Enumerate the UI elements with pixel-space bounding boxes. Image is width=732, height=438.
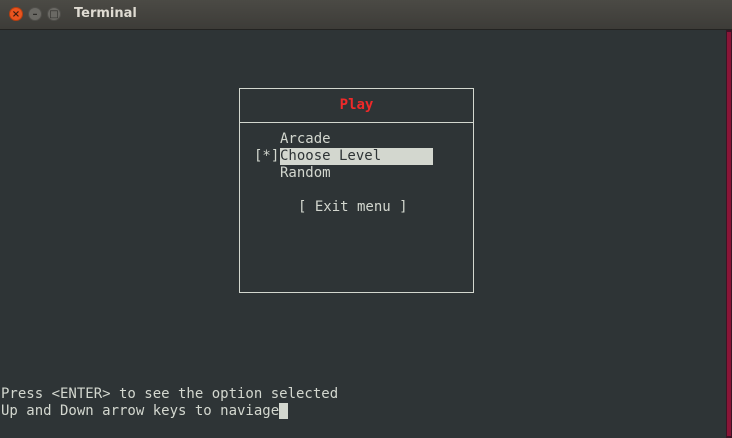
terminal-content[interactable]: Play Arcade [*] Choose Level Random [ Ex…	[0, 30, 726, 438]
text-cursor	[279, 403, 289, 419]
scrollbar-thumb[interactable]	[727, 32, 731, 436]
terminal-window: × – □ Terminal Play Arcade [*] Choose Le…	[0, 0, 732, 438]
menu-option-random[interactable]: Random	[280, 165, 331, 182]
title-bar[interactable]: × – □ Terminal	[0, 0, 732, 30]
status-line-enter-hint: Press <ENTER> to see the option selected	[1, 386, 339, 402]
play-menu-dialog: Play	[239, 88, 474, 293]
dialog-header: Play	[240, 89, 473, 123]
window-title: Terminal	[74, 6, 137, 21]
status-line-arrow-hint-text: Up and Down arrow keys to naviage	[1, 403, 280, 419]
selected-marker: [*]	[254, 148, 280, 164]
exit-menu-button[interactable]: [ Exit menu ]	[298, 199, 408, 216]
scrollbar[interactable]	[726, 30, 732, 438]
menu-option-choose-level[interactable]: Choose Level	[280, 148, 433, 165]
close-icon[interactable]: ×	[9, 7, 23, 21]
status-line-arrow-hint: Up and Down arrow keys to naviage	[1, 403, 289, 420]
dialog-title: Play	[339, 97, 374, 113]
maximize-icon[interactable]: □	[47, 7, 61, 21]
minimize-icon[interactable]: –	[28, 7, 42, 21]
menu-option-arcade[interactable]: Arcade	[280, 131, 331, 148]
